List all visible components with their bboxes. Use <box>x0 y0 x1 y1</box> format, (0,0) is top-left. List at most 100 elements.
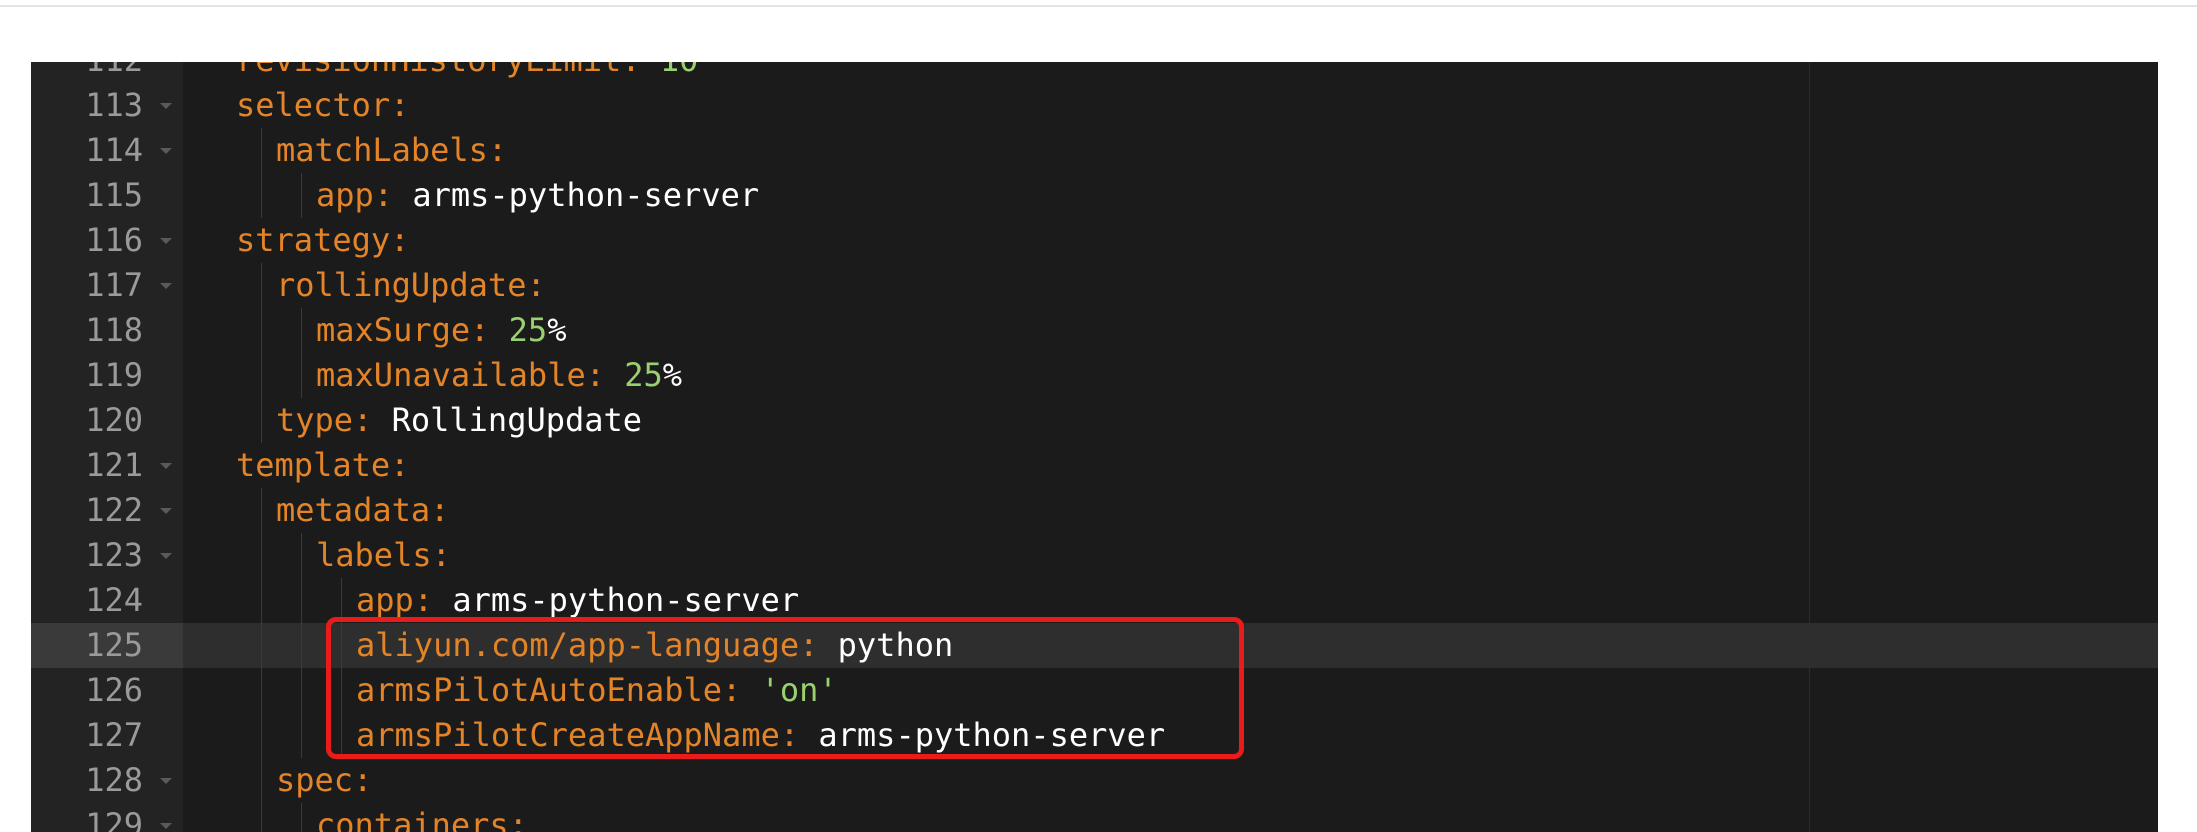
indent-guide <box>261 668 262 713</box>
code-line[interactable]: 118 maxSurge: 25% <box>31 308 2158 353</box>
line-number-text: 122 <box>85 491 143 529</box>
indent-guide <box>341 668 342 713</box>
line-number: 125 <box>31 623 183 668</box>
code-line[interactable]: 126 armsPilotAutoEnable: 'on' <box>31 668 2158 713</box>
line-number: 116 <box>31 218 183 263</box>
code-content: spec: <box>276 758 372 803</box>
indent-guide <box>301 713 302 758</box>
line-number-text: 115 <box>85 176 143 214</box>
line-number: 127 <box>31 713 183 758</box>
code-content: armsPilotAutoEnable: 'on' <box>356 668 838 713</box>
line-number-text: 126 <box>85 671 143 709</box>
indent-guide <box>341 623 342 668</box>
line-number: 123 <box>31 533 183 578</box>
yaml-key: selector: <box>236 86 410 124</box>
line-number-text: 118 <box>85 311 143 349</box>
line-number-text: 117 <box>85 266 143 304</box>
code-line[interactable]: 121 template: <box>31 443 2158 488</box>
line-number-text: 123 <box>85 536 143 574</box>
line-number: 120 <box>31 398 183 443</box>
yaml-key: armsPilotAutoEnable: <box>356 671 761 709</box>
yaml-value: 25 <box>508 311 548 349</box>
fold-arrow-icon[interactable] <box>160 508 172 514</box>
fold-arrow-icon[interactable] <box>160 823 172 829</box>
yaml-key: strategy: <box>236 221 410 259</box>
fold-arrow-icon[interactable] <box>160 553 172 559</box>
code-line[interactable]: 125 aliyun.com/app-language: python <box>31 623 2158 668</box>
yaml-key: app: <box>316 176 413 214</box>
code-line[interactable]: 124 app: arms-python-server <box>31 578 2158 623</box>
yaml-key: armsPilotCreateAppName: <box>356 716 819 754</box>
code-content: app: arms-python-server <box>316 173 759 218</box>
yaml-value: 10 <box>660 62 699 79</box>
yaml-key: matchLabels: <box>276 131 508 169</box>
line-number: 119 <box>31 353 183 398</box>
code-line[interactable]: 115 app: arms-python-server <box>31 173 2158 218</box>
code-line[interactable]: 129 containers: <box>31 803 2158 832</box>
fold-arrow-icon[interactable] <box>160 238 172 244</box>
code-content: maxUnavailable: 25% <box>316 353 682 398</box>
code-line[interactable]: 123 labels: <box>31 533 2158 578</box>
code-content: template: <box>236 443 409 488</box>
code-line[interactable]: 114 matchLabels: <box>31 128 2158 173</box>
indent-guide <box>261 263 262 308</box>
code-line[interactable]: 122 metadata: <box>31 488 2158 533</box>
indent-guide <box>261 128 262 173</box>
fold-arrow-icon[interactable] <box>160 283 172 289</box>
yaml-code-editor[interactable]: 112revisionHistoryLimit: 10113selector:1… <box>31 62 2158 832</box>
code-line[interactable]: 116 strategy: <box>31 218 2158 263</box>
yaml-value-suffix: % <box>662 356 683 394</box>
line-number: 117 <box>31 263 183 308</box>
code-content: metadata: <box>276 488 449 533</box>
yaml-value: 25 <box>624 356 663 394</box>
yaml-key: template: <box>236 446 410 484</box>
code-line[interactable]: 117 rollingUpdate: <box>31 263 2158 308</box>
indent-guide <box>261 173 262 218</box>
fold-arrow-icon[interactable] <box>160 778 172 784</box>
line-number-text: 116 <box>85 221 143 259</box>
line-number: 114 <box>31 128 183 173</box>
fold-arrow-icon[interactable] <box>160 103 172 109</box>
code-line[interactable]: 120 type: RollingUpdate <box>31 398 2158 443</box>
code-content: app: arms-python-server <box>356 578 799 623</box>
code-line[interactable]: 113 selector: <box>31 83 2158 128</box>
code-content: labels: <box>316 533 451 578</box>
line-number-text: 120 <box>85 401 143 439</box>
line-number-text: 119 <box>85 356 143 394</box>
indent-guide <box>261 353 262 398</box>
yaml-value: 'on' <box>760 671 838 709</box>
yaml-key: maxSurge: <box>316 311 509 349</box>
indent-guide <box>301 533 302 578</box>
line-number-text: 125 <box>85 626 143 664</box>
line-number-text: 112 <box>85 62 143 83</box>
yaml-key: app: <box>356 581 453 619</box>
indent-guide <box>341 578 342 623</box>
code-content: selector: <box>236 83 409 128</box>
line-number-text: 129 <box>85 806 143 832</box>
yaml-value: python <box>837 626 954 664</box>
yaml-key: labels: <box>316 536 451 574</box>
code-line[interactable]: 127 armsPilotCreateAppName: arms-python-s… <box>31 713 2158 758</box>
line-number: 118 <box>31 308 183 353</box>
line-number: 124 <box>31 578 183 623</box>
line-number-text: 121 <box>85 446 143 484</box>
yaml-key: type: <box>276 401 392 439</box>
line-number: 121 <box>31 443 183 488</box>
line-number-text: 127 <box>85 716 143 754</box>
indent-guide <box>261 308 262 353</box>
fold-arrow-icon[interactable] <box>160 463 172 469</box>
yaml-key: containers: <box>316 806 528 832</box>
fold-arrow-icon[interactable] <box>160 148 172 154</box>
indent-guide <box>261 713 262 758</box>
indent-guide <box>341 713 342 758</box>
yaml-key: spec: <box>276 761 373 799</box>
indent-guide <box>261 803 262 832</box>
code-content: maxSurge: 25% <box>316 308 566 353</box>
yaml-value: arms-python-server <box>452 581 800 619</box>
code-line[interactable]: 128 spec: <box>31 758 2158 803</box>
code-line[interactable]: 119 maxUnavailable: 25% <box>31 353 2158 398</box>
line-number: 112 <box>31 62 183 83</box>
line-number: 126 <box>31 668 183 713</box>
line-number: 113 <box>31 83 183 128</box>
code-line[interactable]: 112 revisionHistoryLimit: 10 <box>31 62 2158 83</box>
